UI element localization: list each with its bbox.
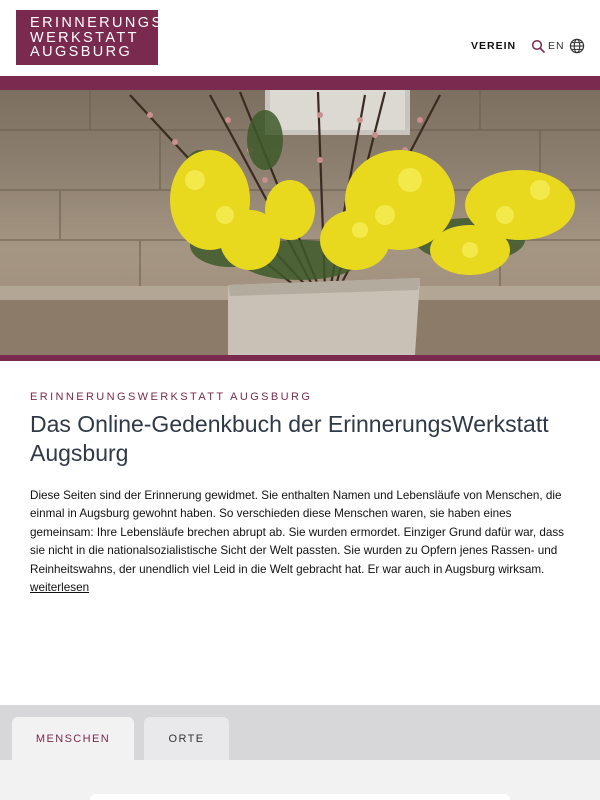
logo-line-3: AUGSBURG bbox=[30, 44, 133, 60]
language-switch[interactable]: EN bbox=[548, 40, 565, 52]
intro-paragraph: Diese Seiten sind der Erinnerung gewidme… bbox=[30, 489, 565, 576]
hero-top-band bbox=[0, 76, 600, 90]
logo-line-2: WERKSTATT bbox=[30, 29, 139, 46]
intro-text: Diese Seiten sind der Erinnerung gewidme… bbox=[30, 487, 575, 597]
search-field[interactable] bbox=[90, 794, 510, 800]
page-title: Das Online-Gedenkbuch der ErinnerungsWer… bbox=[30, 411, 549, 466]
site-logo[interactable]: ERINNERUNGS WERKSTATT AUGSBURG bbox=[16, 10, 164, 65]
flower-bouquet-image bbox=[0, 90, 600, 355]
globe-icon[interactable] bbox=[569, 38, 585, 54]
nav-verein-link[interactable]: VEREIN bbox=[471, 40, 516, 52]
site-header: ERINNERUNGS WERKSTATT AUGSBURG VEREIN EN bbox=[0, 0, 600, 76]
hero-image bbox=[0, 90, 600, 355]
logo-line-1: ERINNERUNGS bbox=[30, 15, 164, 31]
tab-menschen[interactable]: MENSCHEN bbox=[12, 717, 134, 760]
search-icon[interactable] bbox=[531, 39, 545, 53]
read-more-link[interactable]: weiterlesen bbox=[30, 581, 89, 594]
tab-orte[interactable]: ORTE bbox=[144, 717, 229, 760]
section-eyebrow: ERINNERUNGSWERKSTATT AUGSBURG bbox=[30, 391, 313, 403]
hero-bottom-band bbox=[0, 355, 600, 361]
